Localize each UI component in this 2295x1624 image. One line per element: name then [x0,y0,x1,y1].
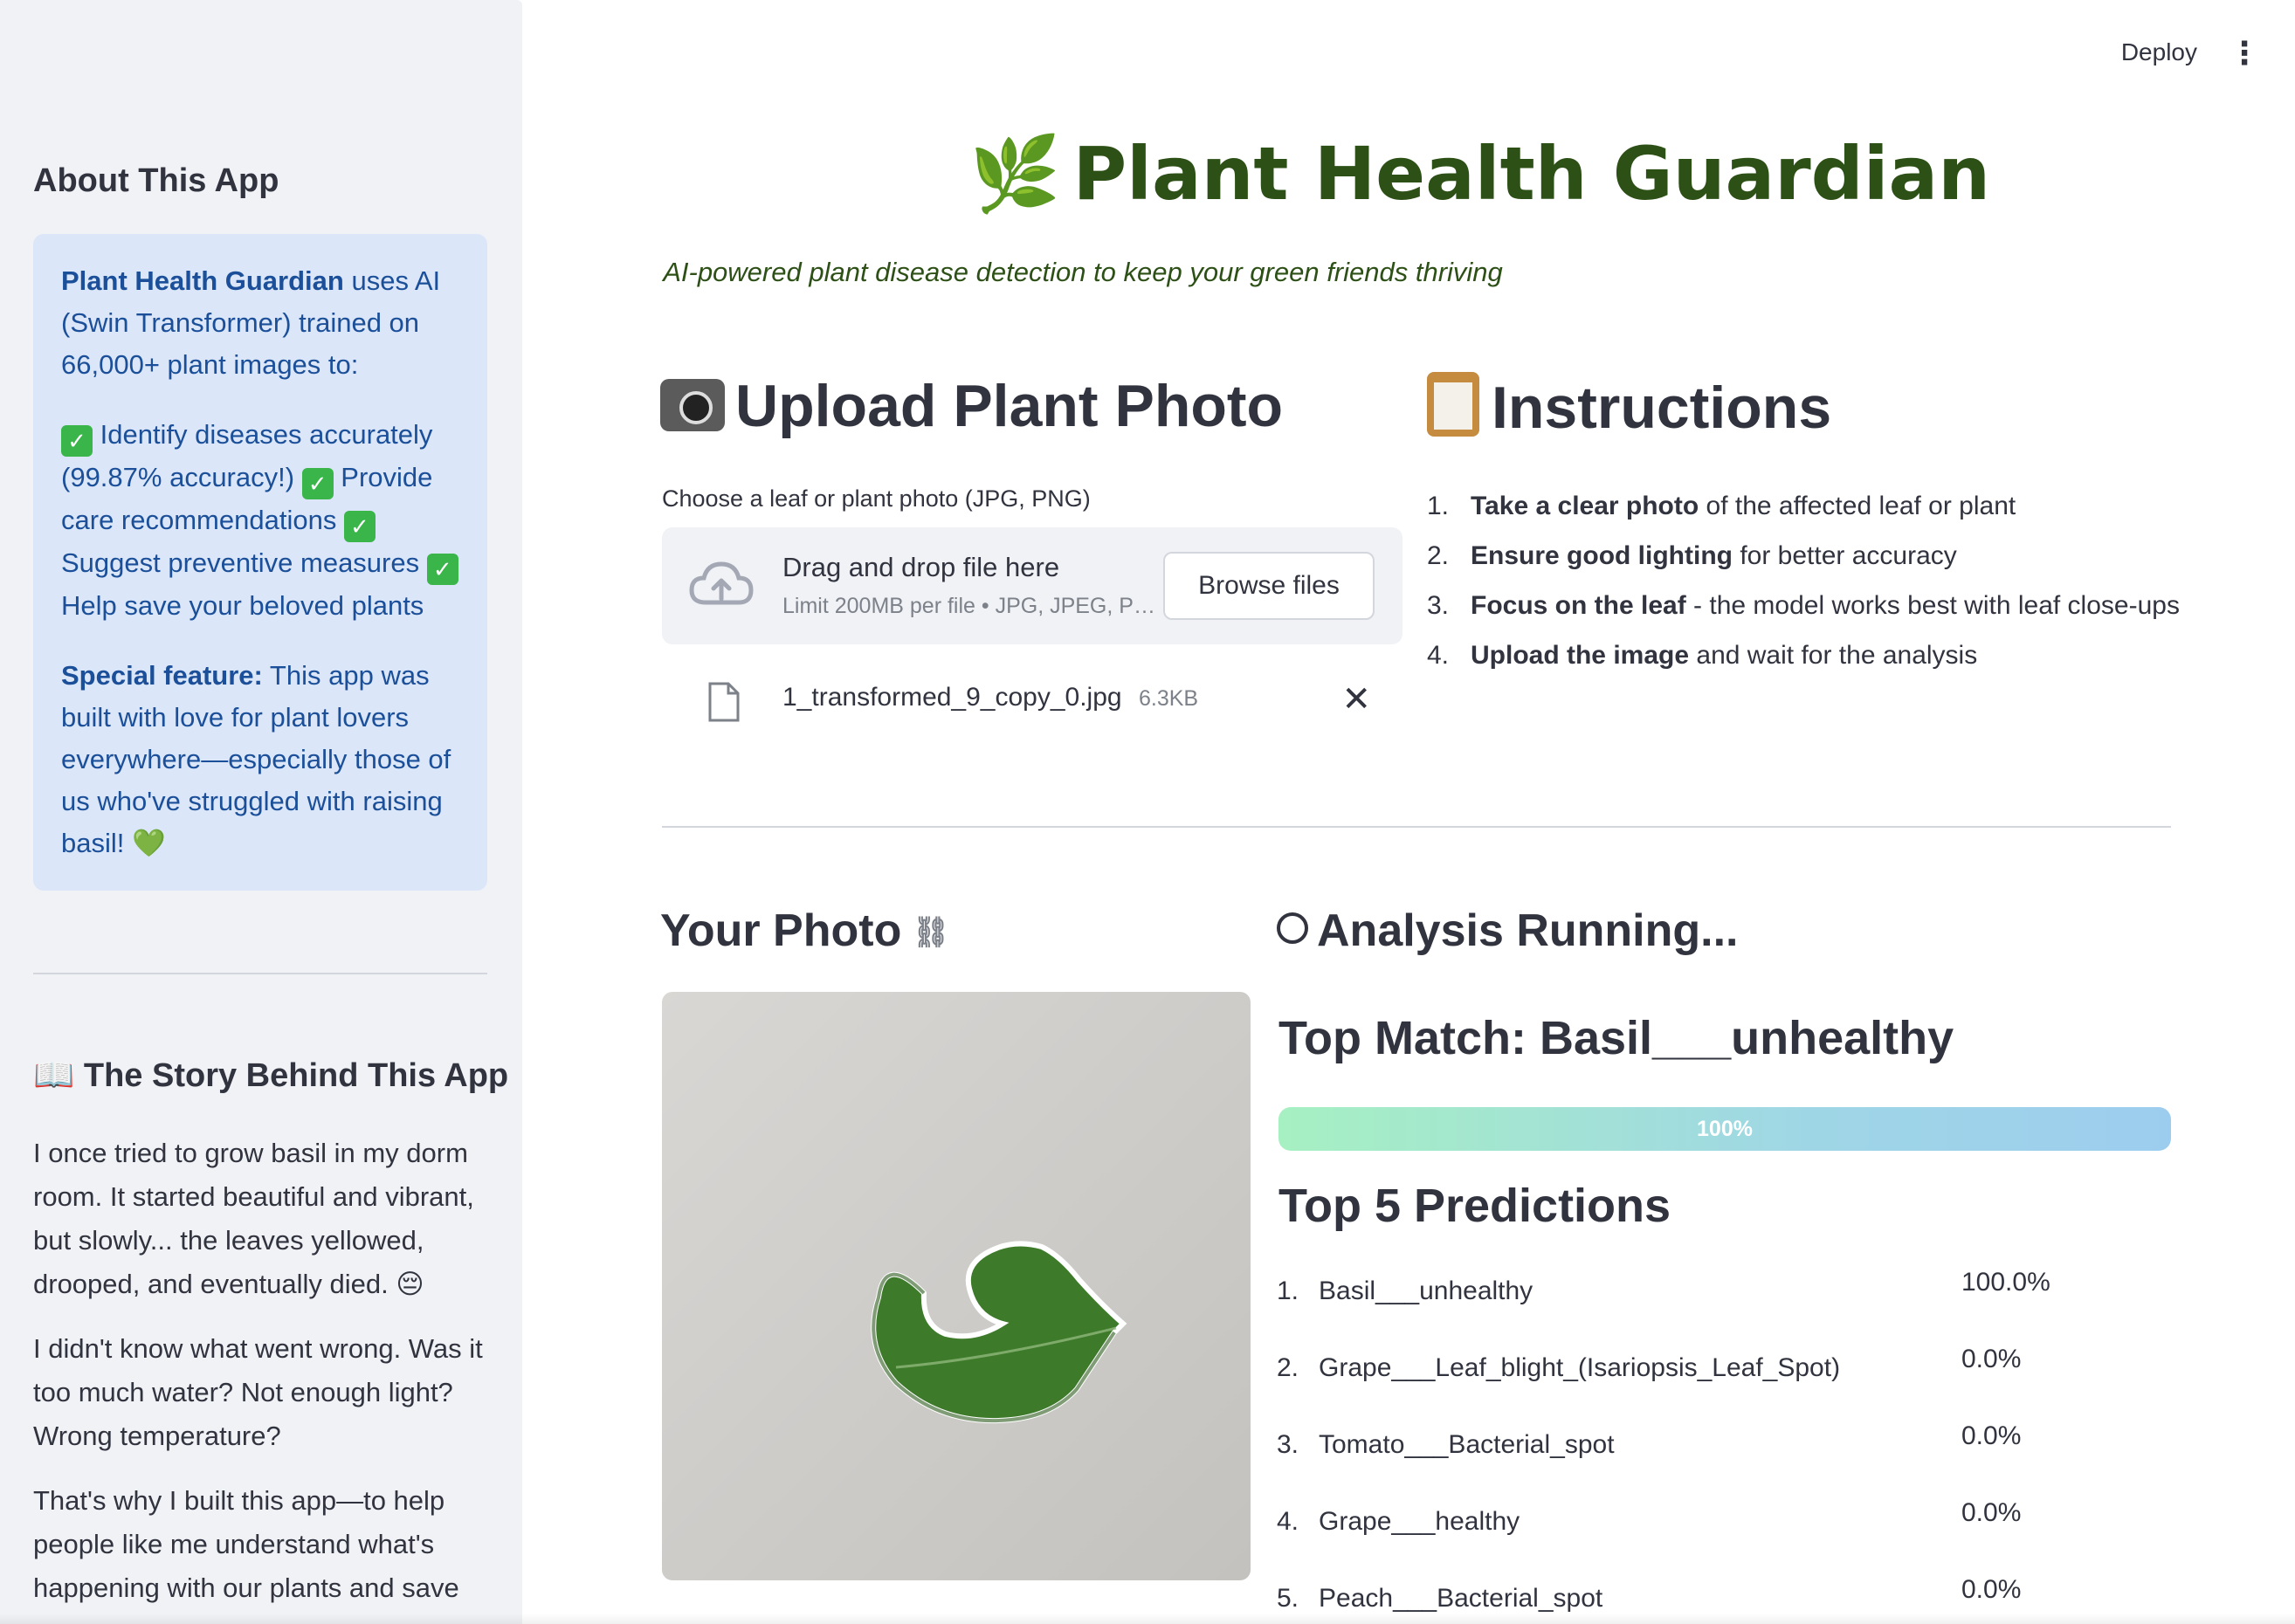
instruction-bold: Take a clear photo [1471,492,1699,520]
page-title-text: Plant Health Guardian [1072,131,1991,217]
uploaded-file-size: 6.3KB [1139,686,1199,711]
browse-files-button[interactable]: Browse files [1163,552,1375,620]
prediction-rank: 2. [1277,1353,1299,1382]
cloud-upload-icon [689,561,754,605]
feature-3: Suggest preventive measures [61,547,427,578]
instruction-bold: Upload the image [1471,641,1690,670]
top5-heading: Top 5 Predictions [1278,1180,1671,1232]
story-paragraph: That's why I built this app—to help peop… [33,1485,459,1603]
instruction-num: 4. [1427,641,1450,670]
dropzone-limit: Limit 200MB per file • JPG, JPEG, P… [782,594,1155,618]
prediction-rank: 5. [1277,1584,1299,1613]
top-match-heading: Top Match: Basil___unhealthy [1278,1012,1954,1064]
story-paragraph: I didn't know what went wrong. Was it to… [33,1333,483,1451]
bottom-shadow [0,1614,2295,1624]
page-subtitle-wrap: AI-powered plant disease detection to ke… [0,257,2295,288]
sidebar: About This App Plant Health Guardian use… [0,0,522,1624]
instruction-text: and wait for the analysis [1689,641,1978,670]
leaf-image [871,1241,1127,1424]
predictions-list: 1. Basil___unhealthy 100.0% 2. Grape___L… [1277,1268,2176,1624]
prediction-name: Tomato___Bacterial_spot [1319,1430,1615,1459]
camera-flash-icon [660,379,725,431]
instructions-heading-text: Instructions [1492,375,1832,441]
instruction-num: 1. [1427,492,1450,520]
robot-face-icon [1277,912,1308,944]
instruction-num: 3. [1427,591,1450,620]
uploaded-file-row: 1_transformed_9_copy_0.jpg 6.3KB ✕ [662,672,1402,733]
check-icon: ✓ [426,554,458,585]
story-text: I once tried to grow basil in my dorm ro… [33,1132,487,1624]
instruction-item: 4. Upload the image and wait for the anal… [1427,635,2180,685]
sidebar-about-heading: About This App [33,162,279,199]
herb-icon: 🌿 [969,131,1061,217]
progress-label: 100% [1697,1117,1753,1141]
prediction-name: Grape___healthy [1319,1507,1520,1536]
remove-file-close-icon[interactable]: ✕ [1341,679,1371,719]
prediction-rank: 4. [1277,1507,1299,1536]
prediction-row: 1. Basil___unhealthy 100.0% [1277,1268,2176,1345]
instruction-item: 3. Focus on the leaf - the model works be… [1427,585,2180,635]
instruction-item: 2. Ensure good lighting for better accura… [1427,535,2180,585]
anchor-link-icon[interactable]: ⛓ [912,916,949,949]
about-features: ✓ Identify diseases accurately (99.87% a… [61,414,459,627]
prediction-name: Basil___unhealthy [1319,1276,1533,1305]
prediction-rank: 3. [1277,1430,1299,1459]
section-divider [662,826,2171,828]
instructions-list: 1. Take a clear photo of the affected lea… [1427,485,2180,685]
instruction-item: 1. Take a clear photo of the affected lea… [1427,485,2180,535]
page-subtitle: AI-powered plant disease detection to ke… [663,257,1503,287]
instruction-text: for better accuracy [1732,541,1957,570]
prediction-value: 0.0% [1961,1421,2022,1450]
about-special-bold: Special feature: [61,660,263,691]
prediction-rank: 1. [1277,1276,1299,1305]
upload-heading: Upload Plant Photo [660,372,1283,440]
your-photo-heading-text: Your Photo [660,905,902,956]
feature-4: Help save your beloved plants [61,590,424,621]
instruction-text: of the affected leaf or plant [1699,492,2016,520]
check-icon: ✓ [61,425,93,457]
upload-label: Choose a leaf or plant photo (JPG, PNG) [662,485,1091,512]
instruction-bold: Ensure good lighting [1471,541,1733,570]
prediction-row: 2. Grape___Leaf_blight_(Isariopsis_Leaf_… [1277,1345,2176,1421]
page-title: 🌿 Plant Health Guardian [969,131,1990,217]
instruction-num: 2. [1427,541,1450,570]
instruction-text: - the model works best with leaf close-u… [1685,591,2180,620]
upload-heading-text: Upload Plant Photo [735,373,1284,439]
check-icon: ✓ [301,468,334,499]
prediction-name: Peach___Bacterial_spot [1319,1584,1603,1613]
instructions-heading: Instructions [1427,372,1831,442]
about-info-box: Plant Health Guardian uses AI (Swin Tran… [33,234,487,891]
prediction-name: Grape___Leaf_blight_(Isariopsis_Leaf_Spo… [1319,1353,1841,1382]
uploaded-file-name: 1_transformed_9_copy_0.jpg [782,683,1122,712]
uploaded-leaf-photo [662,992,1251,1580]
analysis-heading: Analysis Running... [1277,905,1739,957]
prediction-value: 100.0% [1961,1268,2050,1297]
your-photo-heading: Your Photo ⛓ [660,905,950,957]
prediction-value: 0.0% [1961,1498,2022,1527]
prediction-value: 0.0% [1961,1345,2022,1373]
app-root: About This App Plant Health Guardian use… [0,0,2295,1624]
sidebar-divider [33,973,487,974]
check-icon: ✓ [343,511,376,542]
confidence-progress-bar: 100% [1278,1107,2171,1151]
analysis-heading-text: Analysis Running... [1317,905,1739,956]
file-icon [708,682,740,722]
dropzone-title: Drag and drop file here [782,552,1060,582]
more-menu-icon[interactable]: ⋮ [2229,35,2260,72]
prediction-row: 3. Tomato___Bacterial_spot 0.0% [1277,1421,2176,1498]
prediction-value: 0.0% [1961,1575,2022,1604]
clipboard-icon [1427,372,1479,437]
story-heading: 📖 The Story Behind This App [33,1057,509,1094]
prediction-row: 4. Grape___healthy 0.0% [1277,1498,2176,1575]
about-special: Special feature: This app was built with… [61,655,459,864]
instruction-bold: Focus on the leaf [1471,591,1686,620]
story-paragraph: I once tried to grow basil in my dorm ro… [33,1138,474,1299]
file-dropzone[interactable]: Drag and drop file here Limit 200MB per … [662,527,1402,644]
deploy-button[interactable]: Deploy [2121,38,2197,66]
